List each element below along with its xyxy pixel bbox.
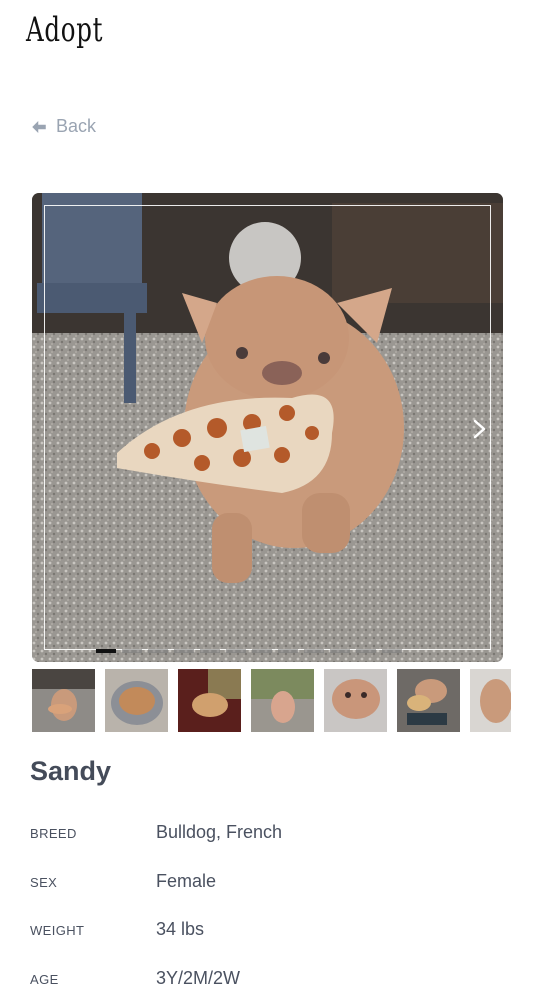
detail-row-sex: SEX Female: [30, 859, 510, 908]
detail-value: 34 lbs: [156, 919, 204, 940]
carousel-dot[interactable]: [356, 649, 376, 653]
photo-carousel[interactable]: [32, 193, 503, 662]
back-button[interactable]: Back: [30, 116, 96, 137]
detail-label: AGE: [30, 972, 59, 987]
carousel-dot[interactable]: [278, 649, 298, 653]
carousel-dot[interactable]: [174, 649, 194, 653]
thumbnail-strip: [32, 669, 511, 732]
back-label: Back: [56, 116, 96, 137]
detail-row-breed: BREED Bulldog, French: [30, 810, 510, 859]
detail-row-age: AGE 3Y/2M/2W: [30, 956, 510, 1004]
chevron-right-icon[interactable]: [471, 418, 489, 440]
thumbnail-image: [251, 669, 314, 732]
carousel-dot[interactable]: [148, 649, 168, 653]
detail-value: Female: [156, 871, 216, 892]
thumbnail-image: [470, 669, 511, 732]
thumbnail-6[interactable]: [397, 669, 460, 732]
pet-details: BREED Bulldog, French SEX Female WEIGHT …: [30, 810, 510, 1004]
thumbnail-2[interactable]: [105, 669, 168, 732]
detail-value: Bulldog, French: [156, 822, 282, 843]
thumbnail-image: [178, 669, 241, 732]
arrow-left-icon: [30, 118, 48, 136]
thumbnail-3[interactable]: [178, 669, 241, 732]
thumbnail-7[interactable]: [470, 669, 511, 732]
carousel-dot[interactable]: [382, 649, 402, 653]
detail-label: SEX: [30, 875, 57, 890]
carousel-indicators: [96, 649, 402, 653]
detail-value: 3Y/2M/2W: [156, 968, 240, 989]
carousel-dot[interactable]: [226, 649, 246, 653]
carousel-dot[interactable]: [200, 649, 220, 653]
thumbnail-image: [324, 669, 387, 732]
detail-row-weight: WEIGHT 34 lbs: [30, 907, 510, 956]
carousel-dot[interactable]: [122, 649, 142, 653]
thumbnail-5[interactable]: [324, 669, 387, 732]
thumbnail-1[interactable]: [32, 669, 95, 732]
carousel-dot[interactable]: [96, 649, 116, 653]
thumbnail-4[interactable]: [251, 669, 314, 732]
pet-photo: [32, 193, 503, 662]
detail-label: BREED: [30, 826, 77, 841]
carousel-dot[interactable]: [252, 649, 272, 653]
thumbnail-image: [397, 669, 460, 732]
detail-label: WEIGHT: [30, 923, 84, 938]
pet-name: Sandy: [30, 756, 111, 787]
thumbnail-image: [32, 669, 95, 732]
thumbnail-image: [105, 669, 168, 732]
carousel-dot[interactable]: [330, 649, 350, 653]
carousel-dot[interactable]: [304, 649, 324, 653]
brand-logo[interactable]: Adopt: [26, 10, 103, 50]
